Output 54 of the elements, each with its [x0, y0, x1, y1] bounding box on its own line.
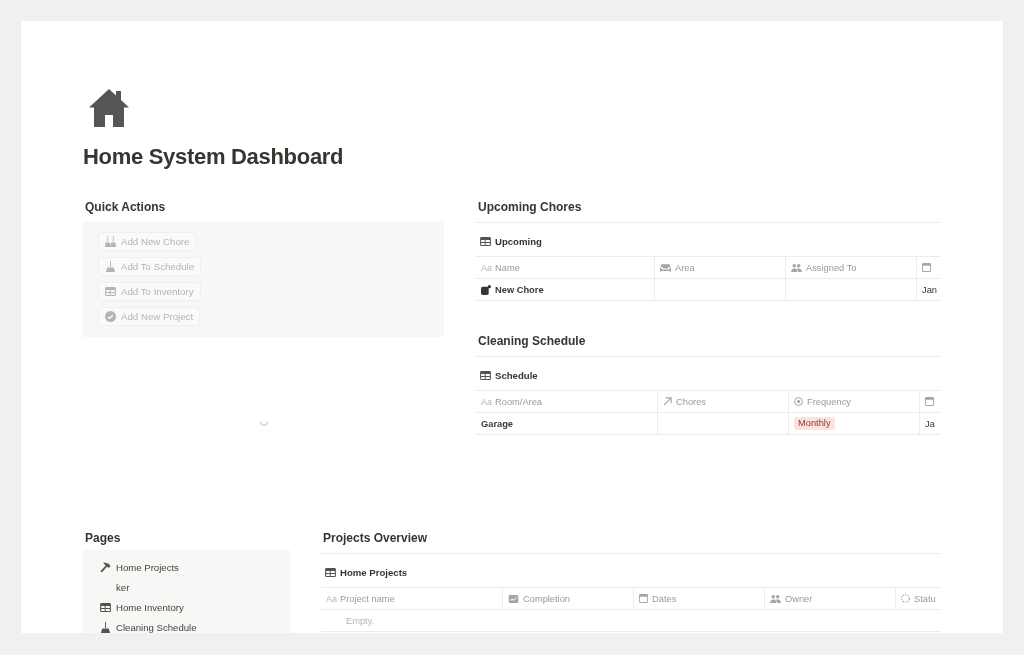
section-heading: Upcoming Chores: [477, 199, 582, 215]
broom-icon: [105, 261, 116, 272]
column-header[interactable]: Aa Name: [476, 257, 655, 278]
section-heading: Quick Actions: [84, 199, 166, 215]
arrow-icon: [663, 397, 672, 406]
calendar-icon: [922, 263, 931, 272]
chart-icon: [508, 594, 519, 603]
column-header[interactable]: Dates: [634, 588, 765, 609]
page-link[interactable]: Home Projects: [100, 557, 179, 577]
hammer-icon: [100, 561, 111, 573]
text-type-icon: Aa: [481, 396, 492, 407]
page-title: Home System Dashboard: [83, 144, 344, 170]
circle-dot-icon: [794, 397, 803, 406]
table-icon: [100, 602, 111, 612]
page-link[interactable]: Cleaning Schedule: [100, 617, 197, 633]
table-icon: [325, 567, 336, 577]
cell-text: Jan: [922, 284, 937, 295]
page-link[interactable]: ker: [116, 577, 130, 597]
section-heading: Cleaning Schedule: [477, 333, 586, 349]
calendar-icon: [639, 594, 648, 603]
cell-text: Ja: [925, 418, 935, 429]
select-tag: Monthly: [794, 417, 835, 430]
text-type-icon: Aa: [481, 262, 492, 273]
sofa-icon: [660, 263, 671, 272]
row-title: New Chore: [495, 284, 544, 295]
people-icon: [770, 594, 781, 603]
section-heading: Pages: [84, 530, 121, 546]
brooms-icon: [105, 236, 116, 247]
calendar-icon: [925, 397, 934, 406]
dashed-circle-icon: [901, 594, 910, 603]
row-title: Garage: [481, 418, 514, 429]
column-header[interactable]: Owner: [765, 588, 896, 609]
column-header[interactable]: Aa Room/Area: [476, 391, 658, 412]
table-icon: [480, 236, 491, 246]
column-header[interactable]: Statu: [896, 588, 940, 609]
column-header[interactable]: Area: [655, 257, 786, 278]
view-tab[interactable]: Schedule: [476, 368, 538, 382]
page-link[interactable]: Home Inventory: [100, 597, 184, 617]
text-type-icon: Aa: [326, 593, 337, 604]
broom-icon: [100, 621, 111, 633]
view-tab[interactable]: Upcoming: [476, 234, 542, 248]
view-tab[interactable]: Home Projects: [321, 565, 408, 579]
people-icon: [791, 263, 802, 272]
table-icon: [105, 287, 116, 296]
check-circle-icon: [105, 311, 116, 322]
column-header[interactable]: Frequency: [789, 391, 920, 412]
empty-message: Empty.: [345, 615, 375, 626]
column-header[interactable]: Chores: [658, 391, 789, 412]
column-header[interactable]: Assigned To: [786, 257, 917, 278]
column-header[interactable]: Aa Project name: [321, 588, 503, 609]
table-icon: [480, 370, 491, 380]
column-header[interactable]: Completion: [503, 588, 634, 609]
section-heading: Projects Overview: [322, 530, 428, 546]
house-icon: [89, 89, 129, 127]
